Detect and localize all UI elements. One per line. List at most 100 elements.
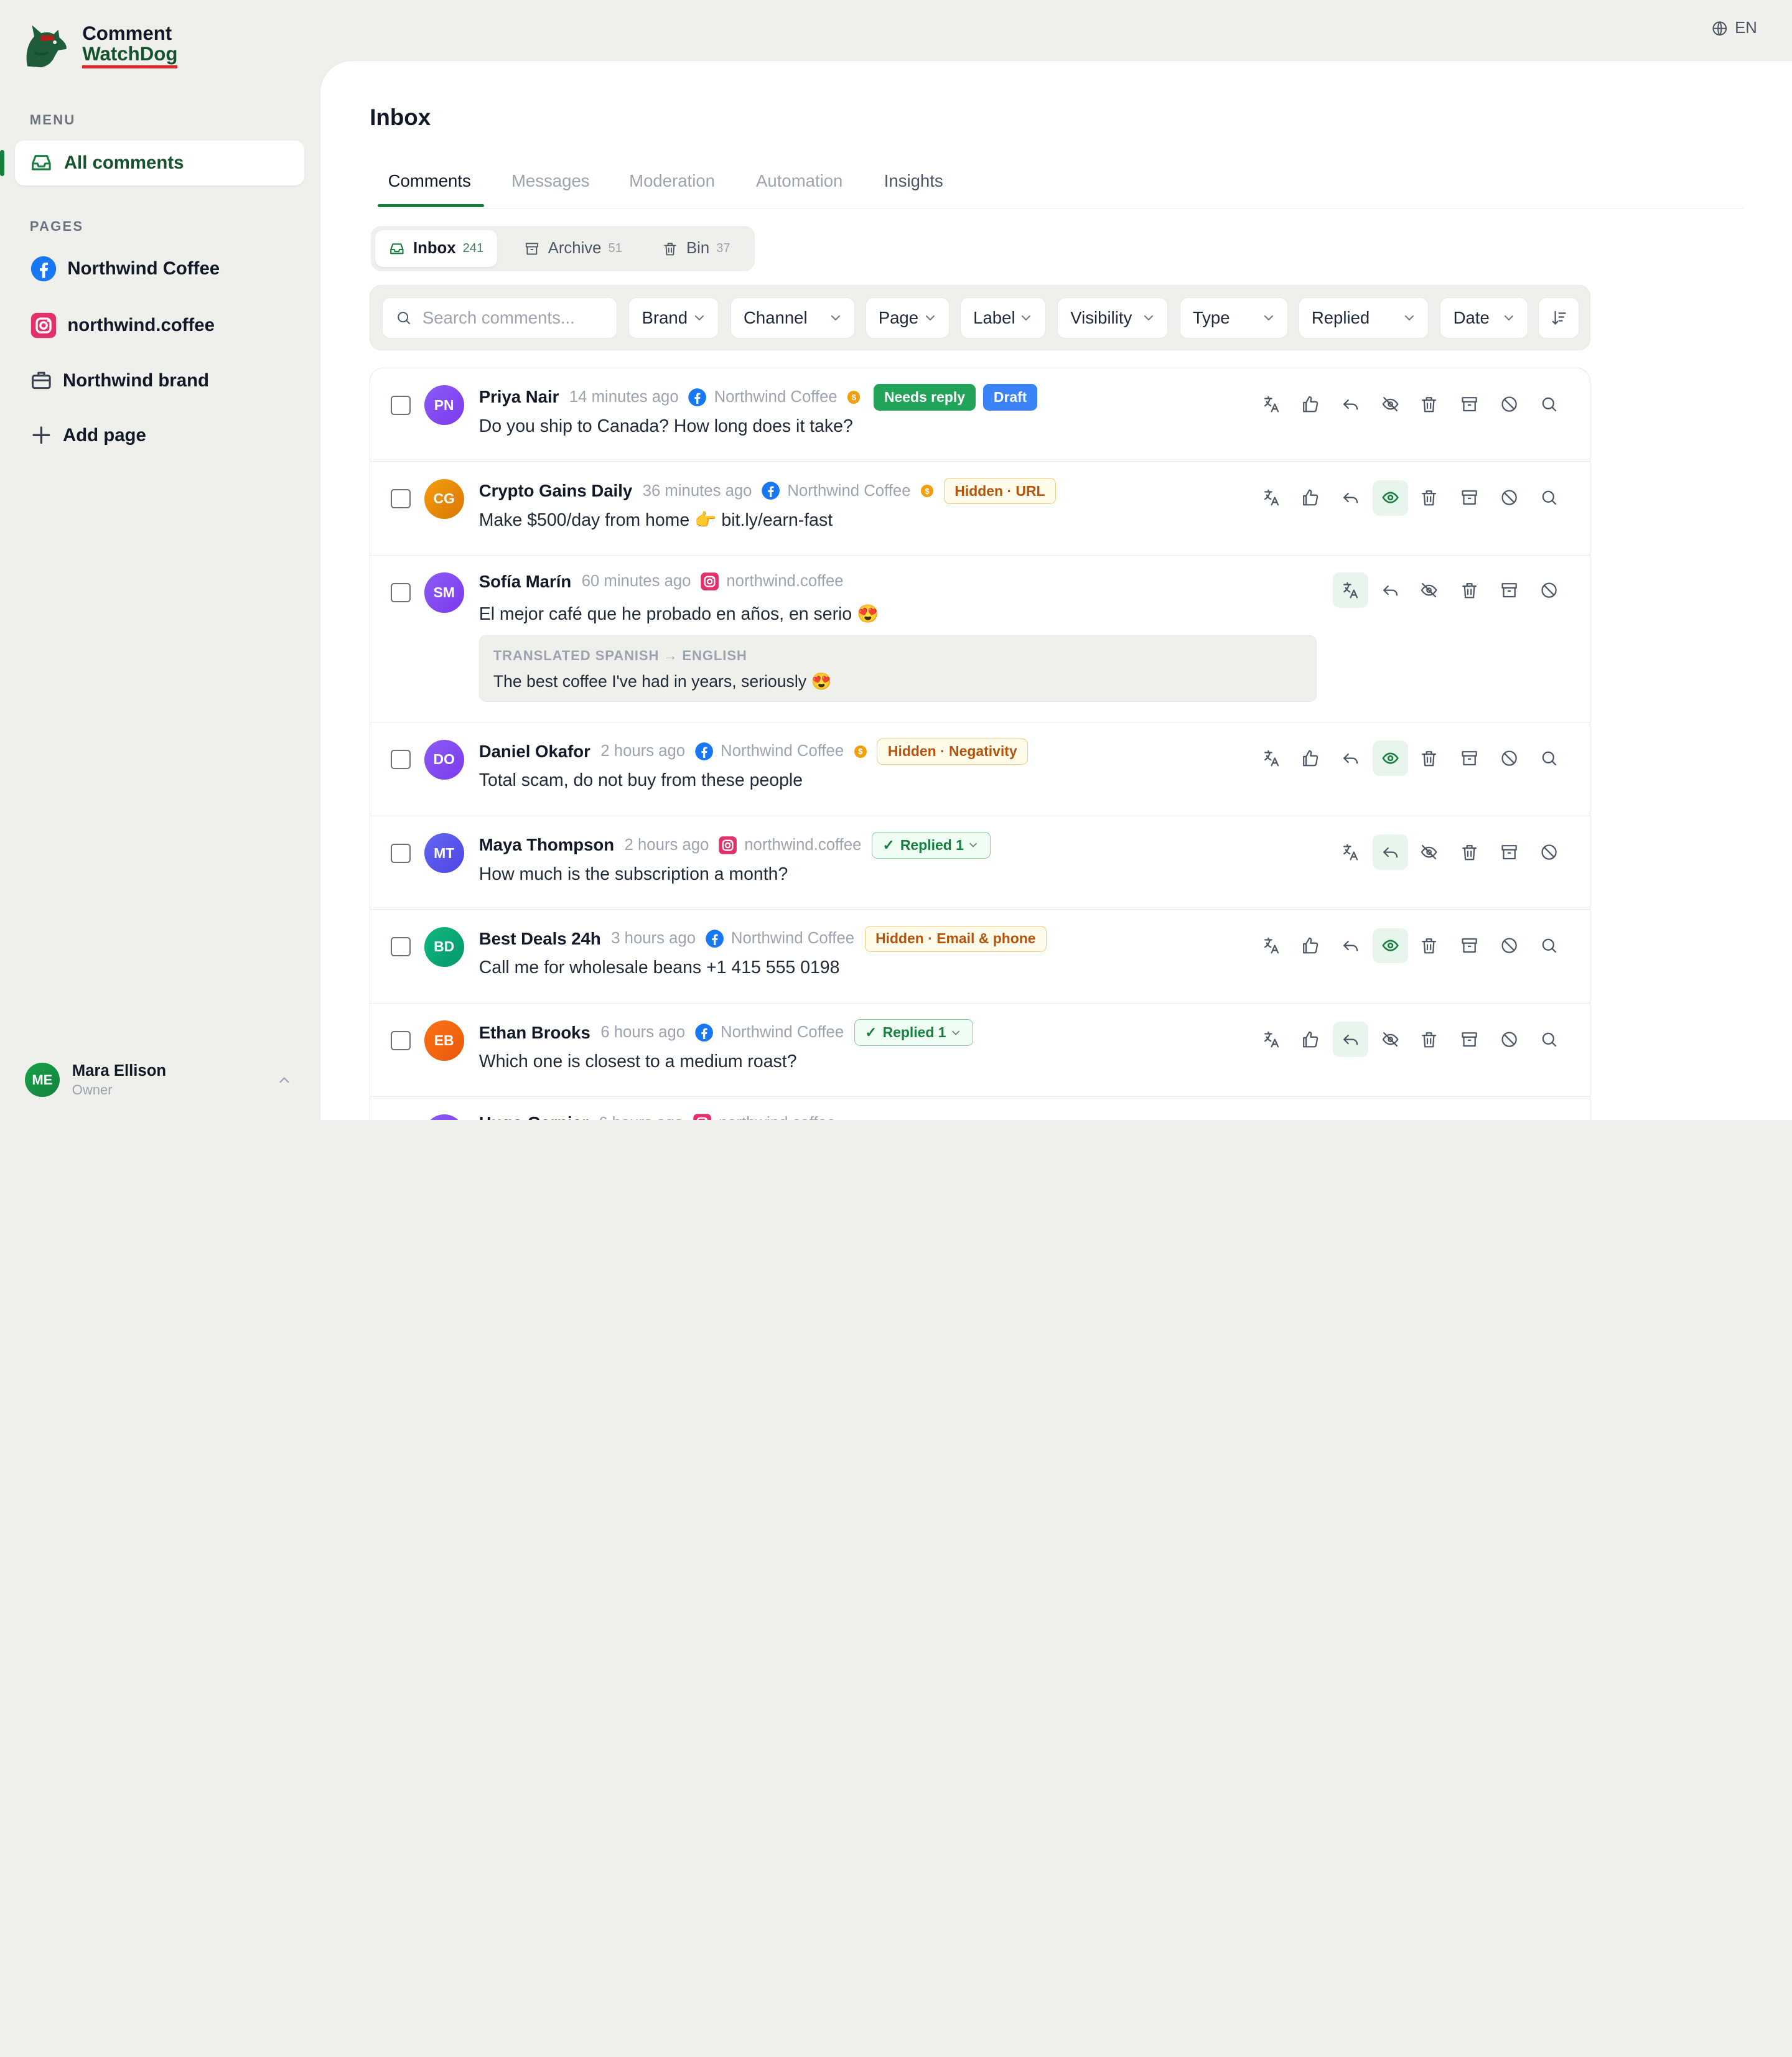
search-author-button[interactable]: [1531, 1022, 1567, 1057]
filter-label-dropdown[interactable]: Label: [959, 297, 1046, 338]
delete-button[interactable]: [1411, 740, 1447, 776]
translate-button[interactable]: [1333, 834, 1368, 870]
translate-button[interactable]: [1254, 1022, 1289, 1057]
row-checkbox[interactable]: [391, 489, 411, 509]
add-page-button[interactable]: Add page: [30, 424, 146, 447]
archive-button[interactable]: [1491, 834, 1527, 870]
reply-button[interactable]: [1333, 386, 1368, 422]
search-input[interactable]: [422, 307, 605, 328]
comment-author[interactable]: Hugo Garnier: [479, 1113, 589, 1120]
segment-bin[interactable]: Bin 37: [648, 230, 744, 267]
archive-button[interactable]: [1452, 740, 1487, 776]
search-author-button[interactable]: [1531, 480, 1567, 516]
block-button[interactable]: [1531, 834, 1567, 870]
archive-button[interactable]: [1452, 386, 1487, 422]
replied-dropdown[interactable]: ✓ Replied 1: [854, 1019, 973, 1046]
reply-button[interactable]: [1333, 928, 1368, 964]
delete-button[interactable]: [1411, 480, 1447, 516]
filter-type[interactable]: Type: [1179, 297, 1289, 338]
sidebar-page-northwind-instagram[interactable]: northwind.coffee: [30, 312, 215, 339]
reply-button[interactable]: [1373, 572, 1408, 608]
translate-button[interactable]: [1254, 928, 1289, 964]
unhide-button[interactable]: [1373, 480, 1408, 516]
comment-source[interactable]: northwind.coffee: [718, 836, 861, 855]
delete-button[interactable]: [1411, 1022, 1447, 1057]
app-logo[interactable]: Comment WatchDog: [21, 21, 178, 71]
archive-button[interactable]: [1452, 928, 1487, 964]
like-button[interactable]: [1292, 480, 1328, 516]
delete-button[interactable]: [1452, 834, 1487, 870]
filter-page[interactable]: Page: [865, 297, 950, 338]
hide-button[interactable]: [1373, 386, 1408, 422]
comment-source[interactable]: Northwind Coffee: [761, 481, 911, 500]
comment-author[interactable]: Maya Thompson: [479, 835, 614, 855]
like-button[interactable]: [1292, 928, 1328, 964]
comment-source[interactable]: Northwind Coffee: [688, 388, 838, 407]
sort-button[interactable]: [1538, 297, 1580, 338]
row-checkbox[interactable]: [391, 582, 411, 603]
unhide-button[interactable]: [1373, 928, 1408, 964]
like-button[interactable]: [1292, 1022, 1328, 1057]
hide-button[interactable]: [1373, 1022, 1408, 1057]
filter-date[interactable]: Date: [1440, 297, 1528, 338]
archive-button[interactable]: [1452, 1022, 1487, 1057]
hide-button[interactable]: [1411, 572, 1447, 608]
sidebar-item-all-comments[interactable]: All comments: [14, 140, 304, 185]
block-button[interactable]: [1531, 572, 1567, 608]
row-checkbox[interactable]: [391, 1030, 411, 1051]
tab-messages[interactable]: Messages: [511, 171, 590, 191]
reply-button[interactable]: [1373, 834, 1408, 870]
segment-inbox[interactable]: Inbox 241: [375, 230, 498, 267]
search-author-button[interactable]: [1531, 386, 1567, 422]
comment-source[interactable]: Northwind Coffee: [694, 1023, 844, 1042]
block-button[interactable]: [1491, 480, 1527, 516]
filter-channel[interactable]: Channel: [730, 297, 855, 338]
delete-button[interactable]: [1411, 928, 1447, 964]
segment-archive[interactable]: Archive 51: [510, 230, 636, 267]
reply-button[interactable]: [1332, 1022, 1368, 1058]
unhide-button[interactable]: [1373, 740, 1408, 777]
search-author-button[interactable]: [1531, 740, 1567, 776]
translate-button[interactable]: [1332, 572, 1368, 609]
search-author-button[interactable]: [1531, 928, 1567, 964]
hide-button[interactable]: [1411, 834, 1447, 870]
comment-source[interactable]: Northwind Coffee: [694, 742, 844, 761]
block-button[interactable]: [1491, 740, 1527, 776]
translate-button[interactable]: [1254, 480, 1289, 516]
comment-author[interactable]: Crypto Gains Daily: [479, 481, 632, 501]
filter-brand[interactable]: Brand: [628, 297, 719, 338]
tab-insights[interactable]: Insights: [884, 171, 943, 191]
replied-dropdown[interactable]: ✓ Replied 1: [871, 832, 991, 859]
comment-author[interactable]: Best Deals 24h: [479, 929, 601, 949]
row-checkbox[interactable]: [391, 937, 411, 957]
like-button[interactable]: [1292, 740, 1328, 776]
delete-button[interactable]: [1411, 386, 1447, 422]
tab-moderation[interactable]: Moderation: [629, 171, 715, 191]
tab-comments[interactable]: Comments: [388, 171, 471, 191]
user-menu[interactable]: ME Mara Ellison Owner: [25, 1058, 299, 1102]
archive-button[interactable]: [1491, 572, 1527, 608]
filter-visibility[interactable]: Visibility: [1057, 297, 1169, 338]
comment-source[interactable]: northwind.coffee: [693, 1113, 836, 1120]
translate-button[interactable]: [1254, 386, 1289, 422]
like-button[interactable]: [1292, 386, 1328, 422]
sidebar-page-northwind-brand[interactable]: Northwind brand: [30, 369, 209, 392]
comment-author[interactable]: Daniel Okafor: [479, 742, 590, 762]
comment-author[interactable]: Ethan Brooks: [479, 1023, 590, 1043]
delete-button[interactable]: [1452, 572, 1487, 608]
archive-button[interactable]: [1452, 480, 1487, 516]
translate-button[interactable]: [1254, 740, 1289, 776]
reply-button[interactable]: [1333, 480, 1368, 516]
comment-source[interactable]: Northwind Coffee: [705, 929, 854, 948]
block-button[interactable]: [1491, 386, 1527, 422]
sidebar-page-northwind-coffee[interactable]: Northwind Coffee: [30, 255, 220, 282]
block-button[interactable]: [1491, 1022, 1527, 1057]
filter-replied[interactable]: Replied: [1298, 297, 1429, 338]
row-checkbox[interactable]: [391, 395, 411, 415]
comment-author[interactable]: Sofía Marín: [479, 572, 571, 592]
comment-source[interactable]: northwind.coffee: [700, 572, 844, 591]
tab-automation[interactable]: Automation: [756, 171, 842, 191]
language-switcher[interactable]: EN: [1711, 19, 1757, 37]
row-checkbox[interactable]: [391, 750, 411, 770]
row-checkbox[interactable]: [391, 843, 411, 863]
